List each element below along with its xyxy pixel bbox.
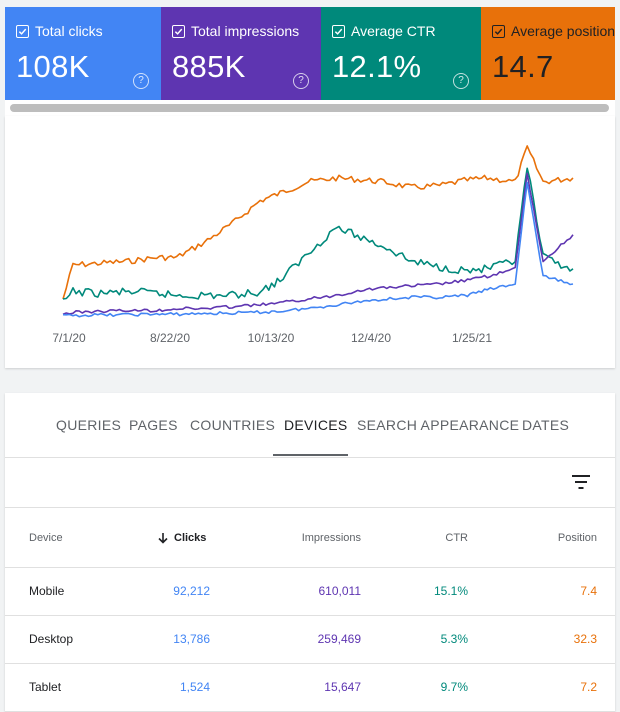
clicks-cell: 1,524	[179, 680, 210, 694]
metric-card-total-impressions[interactable]: Total impressions 885K ?	[161, 7, 321, 100]
table-header: Device Clicks Impressions CTR Position	[5, 508, 615, 568]
tab-search-appearance[interactable]: SEARCH APPEARANCE	[357, 417, 519, 433]
metric-label: Total impressions	[191, 23, 300, 39]
metric-card-total-clicks[interactable]: Total clicks 108K ?	[5, 7, 161, 100]
devices-table-panel: QUERIES PAGES COUNTRIES DEVICES SEARCH A…	[5, 393, 615, 712]
active-tab-indicator	[273, 454, 348, 456]
column-header-device[interactable]: Device	[29, 532, 63, 544]
x-tick-label: 12/4/20	[350, 331, 392, 345]
column-header-ctr[interactable]: CTR	[445, 532, 468, 544]
column-header-position[interactable]: Position	[558, 532, 597, 544]
position-cell: 32.3	[573, 632, 597, 646]
help-icon[interactable]: ?	[293, 73, 309, 89]
tab-countries[interactable]: COUNTRIES	[190, 417, 275, 433]
clicks-cell: 13,786	[173, 632, 210, 646]
checkbox-checked-icon[interactable]	[16, 24, 29, 38]
column-header-impressions[interactable]: Impressions	[302, 532, 361, 544]
position-cell: 7.2	[580, 680, 597, 694]
metric-cards: Total clicks 108K ? Total impressions 88…	[5, 7, 615, 100]
line-chart	[62, 145, 574, 318]
metric-card-average-ctr[interactable]: Average CTR 12.1% ?	[321, 7, 481, 100]
tab-devices[interactable]: DEVICES	[284, 417, 348, 433]
table-row[interactable]: Mobile 92,212 610,011 15.1% 7.4	[5, 568, 615, 616]
position-cell: 7.4	[580, 584, 597, 598]
impressions-cell: 259,469	[317, 632, 361, 646]
horizontal-scrollbar[interactable]	[5, 100, 615, 116]
x-tick-label: 10/13/20	[247, 331, 295, 345]
series-line	[62, 181, 574, 318]
device-cell: Tablet	[29, 680, 62, 694]
ctr-cell: 15.1%	[433, 584, 468, 598]
tab-pages[interactable]: PAGES	[129, 417, 178, 433]
impressions-cell: 610,011	[318, 584, 362, 598]
clicks-cell: 92,212	[173, 584, 210, 598]
scrollbar-thumb[interactable]	[10, 104, 609, 112]
device-cell: Mobile	[29, 584, 65, 598]
metric-label: Total clicks	[35, 23, 103, 39]
help-icon[interactable]: ?	[133, 73, 149, 89]
x-tick-label: 1/25/21	[451, 331, 493, 345]
metric-value: 14.7	[492, 49, 554, 84]
checkbox-checked-icon[interactable]	[332, 24, 345, 38]
arrow-down-icon	[158, 532, 168, 544]
metric-card-average-position[interactable]: Average position 14.7	[481, 7, 615, 100]
table-row[interactable]: Desktop 13,786 259,469 5.3% 32.3	[5, 616, 615, 664]
x-tick-label: 7/1/20	[52, 331, 86, 345]
tab-dates[interactable]: DATES	[522, 417, 569, 433]
performance-chart: 7/1/20 8/22/20 10/13/20 12/4/20 1/25/21	[5, 116, 615, 368]
ctr-cell: 5.3%	[440, 632, 468, 646]
column-header-clicks[interactable]: Clicks	[158, 532, 206, 544]
tab-queries[interactable]: QUERIES	[56, 417, 121, 433]
metric-label: Average CTR	[351, 23, 436, 39]
device-cell: Desktop	[29, 632, 74, 646]
checkbox-checked-icon[interactable]	[492, 24, 505, 38]
table-row[interactable]: Tablet 1,524 15,647 9.7% 7.2	[5, 664, 615, 712]
x-tick-label: 8/22/20	[149, 331, 191, 345]
series-line	[62, 167, 574, 300]
impressions-cell: 15,647	[324, 680, 361, 694]
dimension-tabs: QUERIES PAGES COUNTRIES DEVICES SEARCH A…	[5, 393, 615, 458]
checkbox-checked-icon[interactable]	[172, 24, 185, 38]
filter-bar	[5, 458, 615, 508]
help-icon[interactable]: ?	[453, 73, 469, 89]
filter-icon[interactable]	[572, 475, 590, 489]
metric-label: Average position	[511, 23, 615, 39]
ctr-cell: 9.7%	[440, 680, 468, 694]
series-line	[62, 145, 574, 300]
